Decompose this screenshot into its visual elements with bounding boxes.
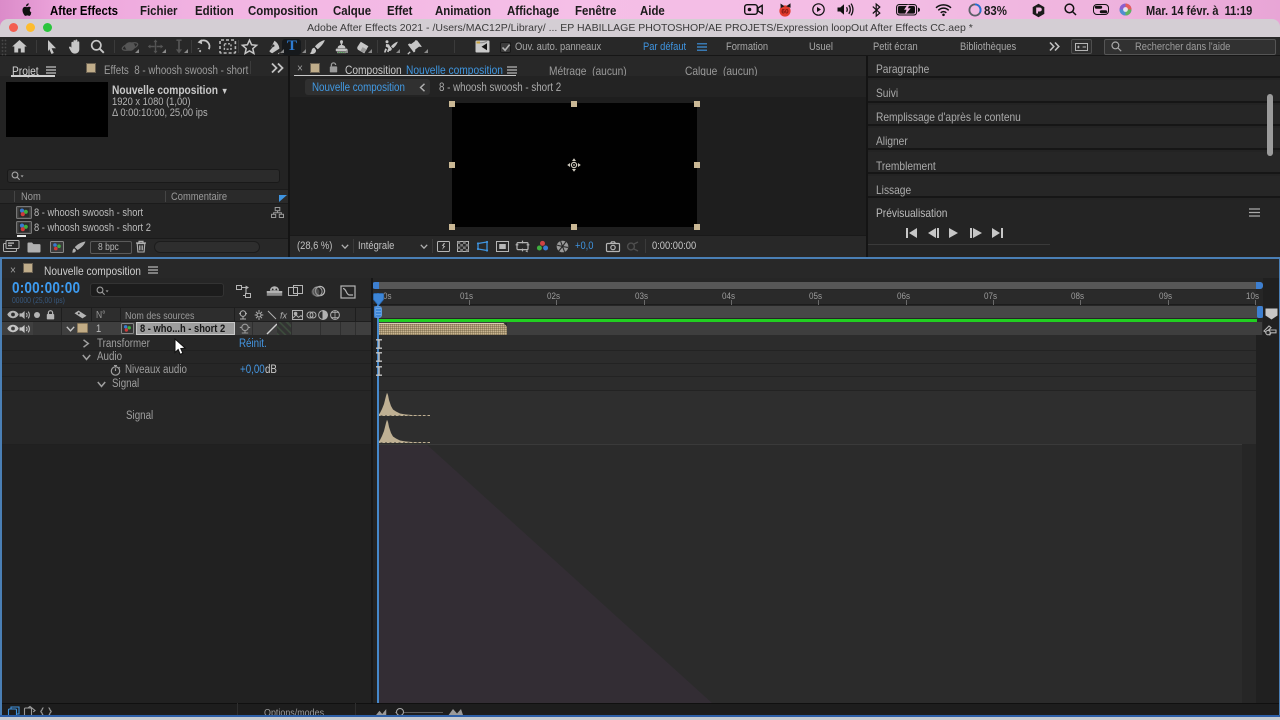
svg-text:60: 60 <box>781 9 789 16</box>
svg-text:fx: fx <box>280 311 288 321</box>
